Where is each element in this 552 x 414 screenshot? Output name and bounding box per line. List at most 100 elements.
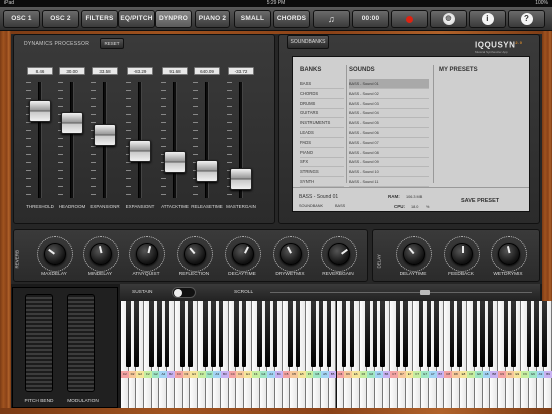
black-key[interactable] bbox=[218, 301, 224, 367]
bank-item[interactable]: DRUMS bbox=[300, 99, 344, 109]
black-key[interactable] bbox=[126, 301, 131, 367]
black-key[interactable] bbox=[526, 301, 532, 367]
black-key[interactable] bbox=[157, 301, 162, 367]
knob[interactable] bbox=[273, 236, 309, 272]
black-key[interactable] bbox=[272, 301, 278, 367]
black-key[interactable] bbox=[187, 301, 193, 367]
black-key[interactable] bbox=[288, 301, 293, 367]
sound-item[interactable]: BASS - Sound 08 bbox=[349, 148, 429, 158]
scroll-thumb[interactable] bbox=[420, 290, 430, 295]
fader-handle[interactable] bbox=[94, 124, 116, 146]
sound-item[interactable]: BASS - Sound 06 bbox=[349, 128, 429, 138]
knob[interactable] bbox=[321, 236, 357, 272]
help-button[interactable]: ? bbox=[508, 10, 545, 28]
sound-item[interactable]: BASS - Sound 05 bbox=[349, 118, 429, 129]
modulation-wheel[interactable] bbox=[67, 294, 95, 392]
scroll-track[interactable] bbox=[270, 292, 532, 293]
sustain-toggle[interactable] bbox=[172, 287, 196, 298]
black-key[interactable] bbox=[449, 301, 455, 367]
black-key[interactable] bbox=[164, 301, 170, 367]
fader-track[interactable] bbox=[70, 82, 74, 198]
black-key[interactable] bbox=[257, 301, 262, 367]
fader-handle[interactable] bbox=[129, 140, 151, 162]
tab-small[interactable]: SMALL bbox=[234, 10, 271, 28]
knob[interactable] bbox=[129, 236, 165, 272]
sound-item[interactable]: BASS - Sound 01 bbox=[349, 79, 429, 89]
black-key[interactable] bbox=[318, 301, 324, 367]
knob[interactable] bbox=[177, 236, 213, 272]
black-key[interactable] bbox=[372, 301, 378, 367]
black-key[interactable] bbox=[534, 301, 539, 367]
black-key[interactable] bbox=[326, 301, 332, 367]
black-key[interactable] bbox=[349, 301, 355, 367]
black-key[interactable] bbox=[503, 301, 509, 367]
sound-item[interactable]: BASS - Sound 02 bbox=[349, 89, 429, 99]
fader-handle[interactable] bbox=[196, 160, 218, 182]
black-key[interactable] bbox=[488, 301, 493, 367]
black-key[interactable] bbox=[480, 301, 486, 367]
sound-item[interactable]: BASS - Sound 04 bbox=[349, 108, 429, 119]
save-preset-button[interactable]: SAVE PRESET bbox=[461, 198, 499, 204]
bank-item[interactable]: INSTRUMENTS bbox=[300, 118, 344, 129]
bank-item[interactable]: STRINGS bbox=[300, 167, 344, 178]
tab-filters[interactable]: FILTERS bbox=[81, 10, 118, 28]
sound-item[interactable]: BASS - Sound 11 bbox=[349, 177, 429, 187]
black-key[interactable] bbox=[380, 301, 385, 367]
knob[interactable] bbox=[83, 236, 119, 272]
bank-item[interactable]: GUITARS bbox=[300, 108, 344, 119]
soundbanks-tab[interactable]: SOUNDBANKS bbox=[287, 35, 329, 49]
black-key[interactable] bbox=[364, 301, 370, 367]
black-key[interactable] bbox=[395, 301, 401, 367]
black-key[interactable] bbox=[472, 301, 478, 367]
knob[interactable] bbox=[225, 236, 261, 272]
tab-eqpitch[interactable]: EQ/PITCH bbox=[118, 10, 155, 28]
globe-button[interactable]: ◍ bbox=[430, 10, 467, 28]
info-button[interactable]: i bbox=[469, 10, 506, 28]
fader-handle[interactable] bbox=[61, 112, 83, 134]
black-key[interactable] bbox=[426, 301, 432, 367]
fader-track[interactable] bbox=[173, 82, 177, 198]
tab-dynpro[interactable]: DYNPRO bbox=[155, 10, 192, 28]
record-button[interactable] bbox=[391, 10, 428, 28]
black-key[interactable] bbox=[264, 301, 270, 367]
bank-item[interactable]: LEADS bbox=[300, 128, 344, 138]
bank-item[interactable]: SFX bbox=[300, 157, 344, 168]
tab-osc1[interactable]: OSC 1 bbox=[3, 10, 40, 28]
bank-item[interactable]: BASS bbox=[300, 79, 344, 89]
bank-item[interactable]: PIANO bbox=[300, 148, 344, 158]
black-key[interactable] bbox=[149, 301, 155, 367]
bank-item[interactable]: SYNTH bbox=[300, 177, 344, 187]
tab-chords[interactable]: CHORDS bbox=[273, 10, 310, 28]
black-key[interactable] bbox=[341, 301, 347, 367]
knob[interactable] bbox=[37, 236, 73, 272]
tab-piano2[interactable]: PIANO 2 bbox=[195, 10, 230, 28]
black-key[interactable] bbox=[295, 301, 301, 367]
music-note-button[interactable]: ♫ bbox=[313, 10, 350, 28]
bank-item[interactable]: PADS bbox=[300, 138, 344, 148]
black-key[interactable] bbox=[311, 301, 316, 367]
sound-item[interactable]: BASS - Sound 10 bbox=[349, 167, 429, 178]
black-key[interactable] bbox=[241, 301, 247, 367]
black-key[interactable] bbox=[211, 301, 216, 367]
sound-item[interactable]: BASS - Sound 03 bbox=[349, 99, 429, 109]
pitch-bend-wheel[interactable] bbox=[25, 294, 53, 392]
black-key[interactable] bbox=[180, 301, 185, 367]
tab-osc2[interactable]: OSC 2 bbox=[42, 10, 79, 28]
black-key[interactable] bbox=[542, 301, 547, 367]
reset-button[interactable]: RESET bbox=[100, 38, 124, 49]
black-key[interactable] bbox=[403, 301, 409, 367]
knob[interactable] bbox=[396, 236, 432, 272]
black-key[interactable] bbox=[434, 301, 439, 367]
bank-item[interactable]: CHORDS bbox=[300, 89, 344, 99]
black-key[interactable] bbox=[234, 301, 239, 367]
sound-item[interactable]: BASS - Sound 07 bbox=[349, 138, 429, 148]
black-key[interactable] bbox=[418, 301, 424, 367]
black-key[interactable] bbox=[511, 301, 516, 367]
sound-item[interactable]: BASS - Sound 09 bbox=[349, 157, 429, 168]
knob[interactable] bbox=[491, 236, 527, 272]
knob[interactable] bbox=[444, 236, 480, 272]
black-key[interactable] bbox=[134, 301, 139, 367]
fader-handle[interactable] bbox=[230, 168, 252, 190]
black-key[interactable] bbox=[203, 301, 208, 367]
fader-handle[interactable] bbox=[29, 100, 51, 122]
